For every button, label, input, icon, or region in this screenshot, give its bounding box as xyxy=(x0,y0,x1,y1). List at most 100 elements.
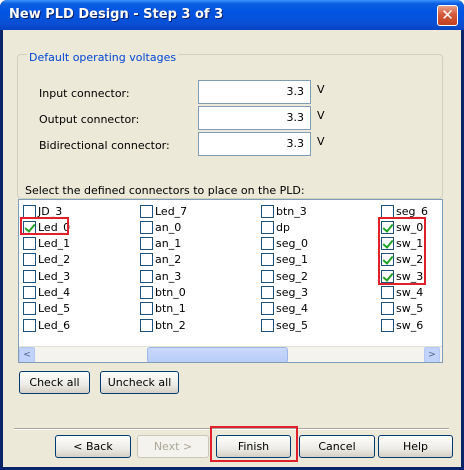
unchecked-checkbox[interactable] xyxy=(140,253,153,267)
input-connector-unit: V xyxy=(317,83,325,96)
connector-checkbox-item[interactable]: seg_6 xyxy=(381,204,428,218)
input-connector-field[interactable]: 3.3 xyxy=(198,80,311,104)
connector-checkbox-item[interactable]: seg_3 xyxy=(261,286,308,300)
close-button[interactable]: ✕ xyxy=(437,5,458,26)
input-connector-label: Input connector: xyxy=(39,87,130,100)
unchecked-checkbox[interactable] xyxy=(261,302,274,316)
unchecked-checkbox[interactable] xyxy=(140,286,153,299)
scroll-thumb[interactable] xyxy=(147,347,288,362)
unchecked-checkbox[interactable] xyxy=(23,302,36,316)
connector-label: seg_4 xyxy=(276,302,308,316)
connector-label: an_1 xyxy=(155,237,182,251)
connector-label: Led_4 xyxy=(38,286,71,299)
connector-label: sw_4 xyxy=(396,286,424,299)
connector-checkbox-item[interactable]: btn_2 xyxy=(140,318,186,332)
unchecked-checkbox[interactable] xyxy=(261,237,274,251)
connector-checkbox-item[interactable]: Led_6 xyxy=(23,318,70,332)
check-all-button[interactable]: Check all xyxy=(19,371,90,394)
connector-label: seg_5 xyxy=(276,318,308,332)
close-icon: ✕ xyxy=(441,6,454,24)
connector-checkbox-item[interactable]: Led_1 xyxy=(23,237,70,251)
scroll-right-icon[interactable]: > xyxy=(424,347,440,362)
unchecked-checkbox[interactable] xyxy=(381,204,394,218)
connector-label: btn_0 xyxy=(155,286,186,299)
connector-label: seg_2 xyxy=(276,269,308,283)
connector-checkbox-item[interactable]: seg_4 xyxy=(261,302,308,316)
connector-checkbox-item[interactable]: seg_0 xyxy=(261,237,308,251)
unchecked-checkbox[interactable] xyxy=(140,318,153,332)
unchecked-checkbox[interactable] xyxy=(261,220,274,234)
unchecked-checkbox[interactable] xyxy=(23,318,36,332)
connector-checkbox-item[interactable]: an_1 xyxy=(140,237,181,251)
connector-checkbox-item[interactable]: btn_1 xyxy=(140,302,186,316)
connector-label: sw_5 xyxy=(396,302,424,316)
connector-checkbox-item[interactable]: sw_6 xyxy=(381,318,423,332)
dialog-window: New PLD Design - Step 3 of 3 ✕ Default o… xyxy=(0,0,464,470)
unchecked-checkbox[interactable] xyxy=(261,318,274,332)
bidirectional-connector-unit: V xyxy=(317,135,325,148)
unchecked-checkbox[interactable] xyxy=(261,269,274,283)
connector-label: btn_3 xyxy=(276,204,307,218)
connector-label: seg_3 xyxy=(276,286,308,299)
connector-checkbox-item[interactable]: JD_3 xyxy=(23,204,62,218)
bidirectional-connector-label: Bidirectional connector: xyxy=(39,139,170,152)
unchecked-checkbox[interactable] xyxy=(261,204,274,218)
connector-checkbox-item[interactable]: seg_2 xyxy=(261,269,308,283)
connector-label: an_0 xyxy=(155,220,182,234)
connector-label: an_3 xyxy=(155,269,182,283)
connector-checkbox-item[interactable]: an_2 xyxy=(140,253,181,267)
connector-checkbox-item[interactable]: seg_5 xyxy=(261,318,308,332)
connector-checkbox-item[interactable]: btn_3 xyxy=(261,204,307,218)
connector-checkbox-item[interactable]: an_0 xyxy=(140,220,181,234)
unchecked-checkbox[interactable] xyxy=(381,302,394,316)
connector-label: an_2 xyxy=(155,253,182,267)
connector-label: seg_0 xyxy=(276,237,308,251)
help-button[interactable]: Help xyxy=(378,435,453,458)
unchecked-checkbox[interactable] xyxy=(381,286,394,299)
output-connector-field[interactable]: 3.3 xyxy=(198,106,311,130)
connector-checkbox-item[interactable]: Led_5 xyxy=(23,302,70,316)
unchecked-checkbox[interactable] xyxy=(23,204,36,218)
horizontal-scrollbar[interactable]: < > xyxy=(19,346,442,362)
dialog-body: Default operating voltages Input connect… xyxy=(3,30,461,467)
unchecked-checkbox[interactable] xyxy=(140,237,153,251)
next-button[interactable]: Next > xyxy=(137,435,209,458)
unchecked-checkbox[interactable] xyxy=(261,253,274,267)
bidirectional-connector-field[interactable]: 3.3 xyxy=(198,132,311,156)
unchecked-checkbox[interactable] xyxy=(261,286,274,299)
unchecked-checkbox[interactable] xyxy=(140,220,153,234)
led-0-highlight xyxy=(20,217,69,235)
connector-label: btn_1 xyxy=(155,302,186,316)
connector-checkbox-item[interactable]: Led_3 xyxy=(23,269,70,283)
connector-checkbox-item[interactable]: seg_1 xyxy=(261,253,308,267)
connector-checkbox-item[interactable]: Led_2 xyxy=(23,253,70,267)
connector-checkbox-item[interactable]: an_3 xyxy=(140,269,181,283)
title-bar: New PLD Design - Step 3 of 3 ✕ xyxy=(0,0,464,30)
scroll-left-icon[interactable]: < xyxy=(19,347,35,362)
unchecked-checkbox[interactable] xyxy=(23,269,36,283)
connector-checkbox-item[interactable]: Led_7 xyxy=(140,204,187,218)
connector-checkbox-item[interactable]: sw_5 xyxy=(381,302,423,316)
cancel-button[interactable]: Cancel xyxy=(299,435,375,458)
sw-group-highlight xyxy=(378,217,426,285)
voltage-group-label: Default operating voltages xyxy=(27,51,179,64)
connector-checkbox-item[interactable]: Led_4 xyxy=(23,286,70,300)
unchecked-checkbox[interactable] xyxy=(140,269,153,283)
finish-highlight xyxy=(210,426,298,462)
unchecked-checkbox[interactable] xyxy=(381,318,394,332)
connector-list[interactable]: < > JD_3 Led_0 Led_1 Led_2 Led_3 Led_4 Led_5 Le… xyxy=(18,199,443,363)
connector-checkbox-item[interactable]: sw_4 xyxy=(381,286,423,300)
back-button[interactable]: < Back xyxy=(55,435,131,458)
connector-checkbox-item[interactable]: dp xyxy=(261,220,290,234)
connector-label: Led_1 xyxy=(38,237,71,251)
unchecked-checkbox[interactable] xyxy=(23,253,36,267)
unchecked-checkbox[interactable] xyxy=(23,286,36,299)
unchecked-checkbox[interactable] xyxy=(23,237,36,251)
output-connector-label: Output connector: xyxy=(39,113,140,126)
connector-checkbox-item[interactable]: btn_0 xyxy=(140,286,186,300)
unchecked-checkbox[interactable] xyxy=(140,302,153,316)
connector-label: Led_6 xyxy=(38,318,71,332)
window-title: New PLD Design - Step 3 of 3 xyxy=(9,7,224,22)
uncheck-all-button[interactable]: Uncheck all xyxy=(100,371,179,394)
unchecked-checkbox[interactable] xyxy=(140,204,153,218)
